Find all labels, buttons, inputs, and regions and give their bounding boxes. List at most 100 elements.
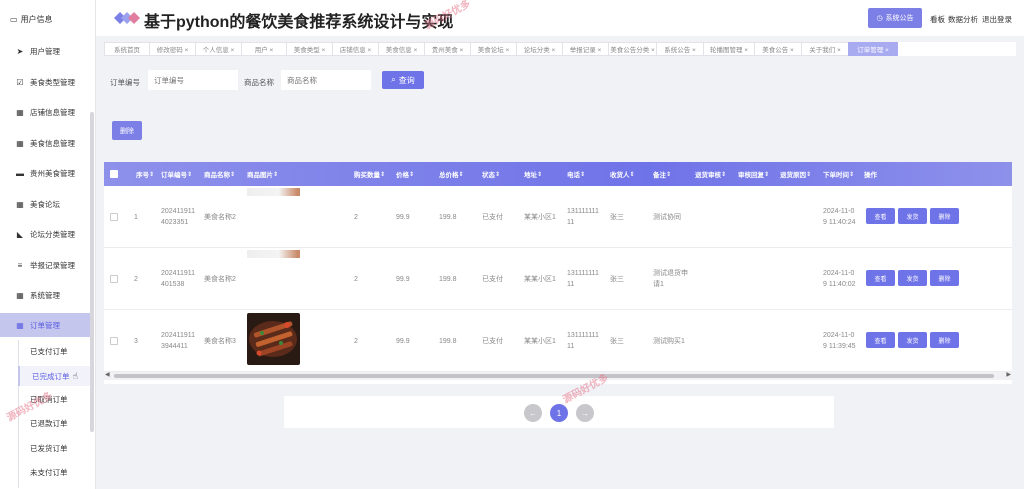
ship-button[interactable]: 发货 (898, 332, 927, 348)
delete-button[interactable]: 删除 (930, 332, 959, 348)
row-checkbox[interactable] (110, 213, 118, 221)
delete-button[interactable]: 删除 (930, 208, 959, 224)
col-review-reply[interactable]: 审核回复 ⇕ (738, 162, 769, 186)
tab-home[interactable]: 系统首页 (104, 42, 150, 56)
cell-receiver: 张三 (610, 276, 624, 283)
sort-icon[interactable]: ⇕ (495, 171, 500, 178)
tab-change-password[interactable]: 修改密码 × (149, 42, 196, 56)
sidebar-subitem-refunded[interactable]: 已退款订单 (18, 413, 94, 433)
sidebar-item-food-info[interactable]: ▦ 美食信息管理 (0, 131, 94, 155)
table-horizontal-scrollbar[interactable]: ◀ ▶ (104, 372, 1012, 380)
sort-icon[interactable]: ⇕ (409, 171, 414, 178)
col-return-review[interactable]: 退货审核 ⇕ (695, 162, 726, 186)
sort-icon[interactable]: ⇕ (721, 171, 726, 178)
system-notice-button[interactable]: ◷ 系统公告 (868, 8, 922, 28)
tab-carousel[interactable]: 轮播图管理 × (703, 42, 755, 56)
col-return-reason[interactable]: 退货原因 ⇕ (780, 162, 811, 186)
col-order-no[interactable]: 订单编号 ⇕ (161, 162, 192, 186)
query-button[interactable]: ⌕ 查询 (382, 71, 424, 89)
col-phone[interactable]: 电话 ⇕ (567, 162, 585, 186)
sidebar-item-guizhou-food[interactable]: ▬ 贵州美食管理 (0, 161, 94, 185)
col-qty[interactable]: 购买数量 ⇕ (354, 162, 385, 186)
sidebar-scrollbar[interactable] (90, 112, 94, 432)
tab-system-notice[interactable]: 系统公告 × (656, 42, 704, 56)
sidebar-item-system[interactable]: ▦ 系统管理 (0, 283, 94, 307)
scroll-right-icon[interactable]: ▶ (1006, 371, 1011, 378)
logout-link[interactable]: 退出登录 (982, 14, 1012, 25)
col-price[interactable]: 价格 ⇕ (396, 162, 414, 186)
col-address[interactable]: 地址 ⇕ (524, 162, 542, 186)
sort-icon[interactable]: ⇕ (580, 171, 585, 178)
col-image[interactable]: 商品图片 ⇕ (247, 162, 278, 186)
user-info[interactable]: ▭ 用户信息 (10, 14, 53, 25)
delete-button[interactable]: 删除 (930, 270, 959, 286)
row-checkbox[interactable] (110, 275, 118, 283)
cell-index: 1 (134, 214, 138, 221)
sidebar-subitem-unpaid[interactable]: 未支付订单 (18, 462, 94, 482)
sidebar-item-forum-category[interactable]: ◣ 论坛分类管理 (0, 222, 94, 246)
col-total[interactable]: 总价格 ⇕ (439, 162, 464, 186)
search-icon: ⌕ (391, 75, 396, 84)
col-order-time[interactable]: 下单时间 ⇕ (823, 162, 854, 186)
dashboard-link[interactable]: 看板 (930, 14, 945, 25)
sort-icon[interactable]: ⇕ (806, 171, 811, 178)
product-image (247, 188, 300, 196)
sidebar-subitem-shipped[interactable]: 已发货订单 (18, 438, 94, 458)
scroll-left-icon[interactable]: ◀ (105, 371, 110, 378)
order-no-input[interactable] (148, 70, 238, 90)
sidebar-item-user-mgmt[interactable]: ➤ 用户管理 (0, 39, 94, 63)
tab-forum[interactable]: 美食论坛 × (470, 42, 517, 56)
sort-icon[interactable]: ⇕ (187, 171, 192, 178)
sort-icon[interactable]: ⇕ (149, 171, 154, 178)
col-remark[interactable]: 备注 ⇕ (653, 162, 671, 186)
tab-food-notice[interactable]: 美食公告 × (754, 42, 802, 56)
sort-icon[interactable]: ⇕ (230, 171, 235, 178)
sidebar-subitem-completed[interactable]: 已完成订单 ☝ (18, 366, 94, 386)
tab-forum-category[interactable]: 论坛分类 × (516, 42, 563, 56)
sort-icon[interactable]: ⇕ (666, 171, 671, 178)
tab-about-us[interactable]: 关于我们 × (801, 42, 849, 56)
product-name-label: 商品名称 (244, 78, 274, 87)
tab-user[interactable]: 用户 × (241, 42, 287, 56)
select-all-checkbox[interactable] (110, 170, 118, 178)
batch-delete-button[interactable]: 删除 (112, 121, 142, 140)
sort-icon[interactable]: ⇕ (537, 171, 542, 178)
sort-icon[interactable]: ⇕ (273, 171, 278, 178)
sidebar-item-report[interactable]: ≡ 举报记录管理 (0, 253, 94, 277)
tab-order-mgmt[interactable]: 订单管理 × (848, 42, 898, 56)
sidebar-subitem-paid[interactable]: 已支付订单 (18, 341, 94, 361)
sidebar-item-order[interactable]: ▦ 订单管理 (0, 313, 94, 337)
view-button[interactable]: 查看 (866, 208, 895, 224)
scrollbar-thumb[interactable] (114, 374, 994, 378)
page-1-button[interactable]: 1 (550, 404, 568, 422)
sort-icon[interactable]: ⇕ (764, 171, 769, 178)
sidebar-item-food-type[interactable]: ☑ 美食类型管理 (0, 70, 94, 94)
sort-icon[interactable]: ⇕ (380, 171, 385, 178)
tab-food-type[interactable]: 美食类型 × (286, 42, 333, 56)
sidebar-item-forum[interactable]: ▦ 美食论坛 (0, 192, 94, 216)
sort-icon[interactable]: ⇕ (849, 171, 854, 178)
ship-button[interactable]: 发货 (898, 208, 927, 224)
tab-report[interactable]: 举报记录 × (562, 42, 609, 56)
ship-button[interactable]: 发货 (898, 270, 927, 286)
row-checkbox[interactable] (110, 337, 118, 345)
tab-shop-info[interactable]: 店铺信息 × (332, 42, 379, 56)
tab-guizhou-food[interactable]: 贵州美食 × (424, 42, 471, 56)
product-name-input[interactable] (281, 70, 371, 90)
view-button[interactable]: 查看 (866, 332, 895, 348)
col-index[interactable]: 序号 ⇕ (136, 162, 154, 186)
sort-icon[interactable]: ⇕ (630, 171, 635, 178)
tab-food-info[interactable]: 美食信息 × (378, 42, 425, 56)
tab-food-notice-category[interactable]: 美食公告分类 × (608, 42, 657, 56)
tab-profile[interactable]: 个人信息 × (195, 42, 242, 56)
col-status[interactable]: 状态 ⇕ (482, 162, 500, 186)
product-image (247, 313, 300, 365)
sidebar-item-shop[interactable]: ▦ 店铺信息管理 (0, 100, 94, 124)
next-page-button[interactable]: → (576, 404, 594, 422)
col-product[interactable]: 商品名称 ⇕ (204, 162, 235, 186)
view-button[interactable]: 查看 (866, 270, 895, 286)
sort-icon[interactable]: ⇕ (459, 171, 464, 178)
prev-page-button[interactable]: ← (524, 404, 542, 422)
data-analysis-link[interactable]: 数据分析 (948, 14, 978, 25)
col-receiver[interactable]: 收货人 ⇕ (610, 162, 635, 186)
